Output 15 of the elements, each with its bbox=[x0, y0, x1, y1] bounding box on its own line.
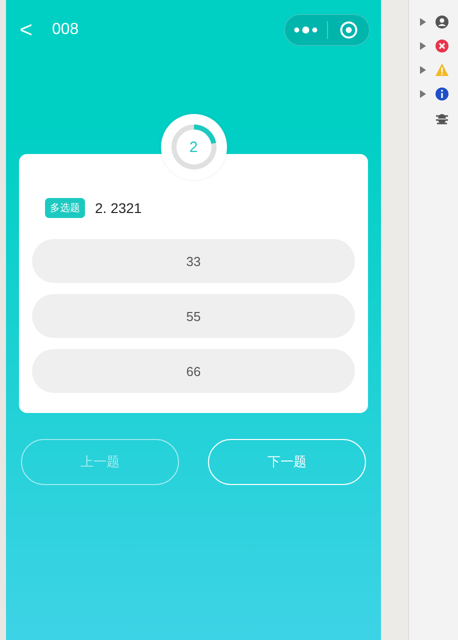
expand-arrow-icon[interactable] bbox=[419, 90, 427, 98]
user-icon[interactable] bbox=[435, 15, 449, 29]
answer-option[interactable]: 33 bbox=[32, 239, 355, 283]
info-icon[interactable] bbox=[435, 87, 449, 101]
error-icon[interactable] bbox=[435, 39, 449, 53]
question-type-tag: 多选题 bbox=[45, 198, 85, 218]
expand-arrow-icon[interactable] bbox=[419, 18, 427, 26]
expand-arrow-icon[interactable] bbox=[419, 42, 427, 50]
expand-arrow-icon[interactable] bbox=[419, 66, 427, 74]
question-text: 2. 2321 bbox=[95, 200, 142, 216]
answer-option[interactable]: 66 bbox=[32, 349, 355, 393]
question-number: 2 bbox=[189, 138, 198, 156]
bug-icon[interactable] bbox=[435, 111, 449, 125]
answer-option[interactable]: 55 bbox=[32, 294, 355, 338]
page-title: 008 bbox=[52, 21, 80, 39]
